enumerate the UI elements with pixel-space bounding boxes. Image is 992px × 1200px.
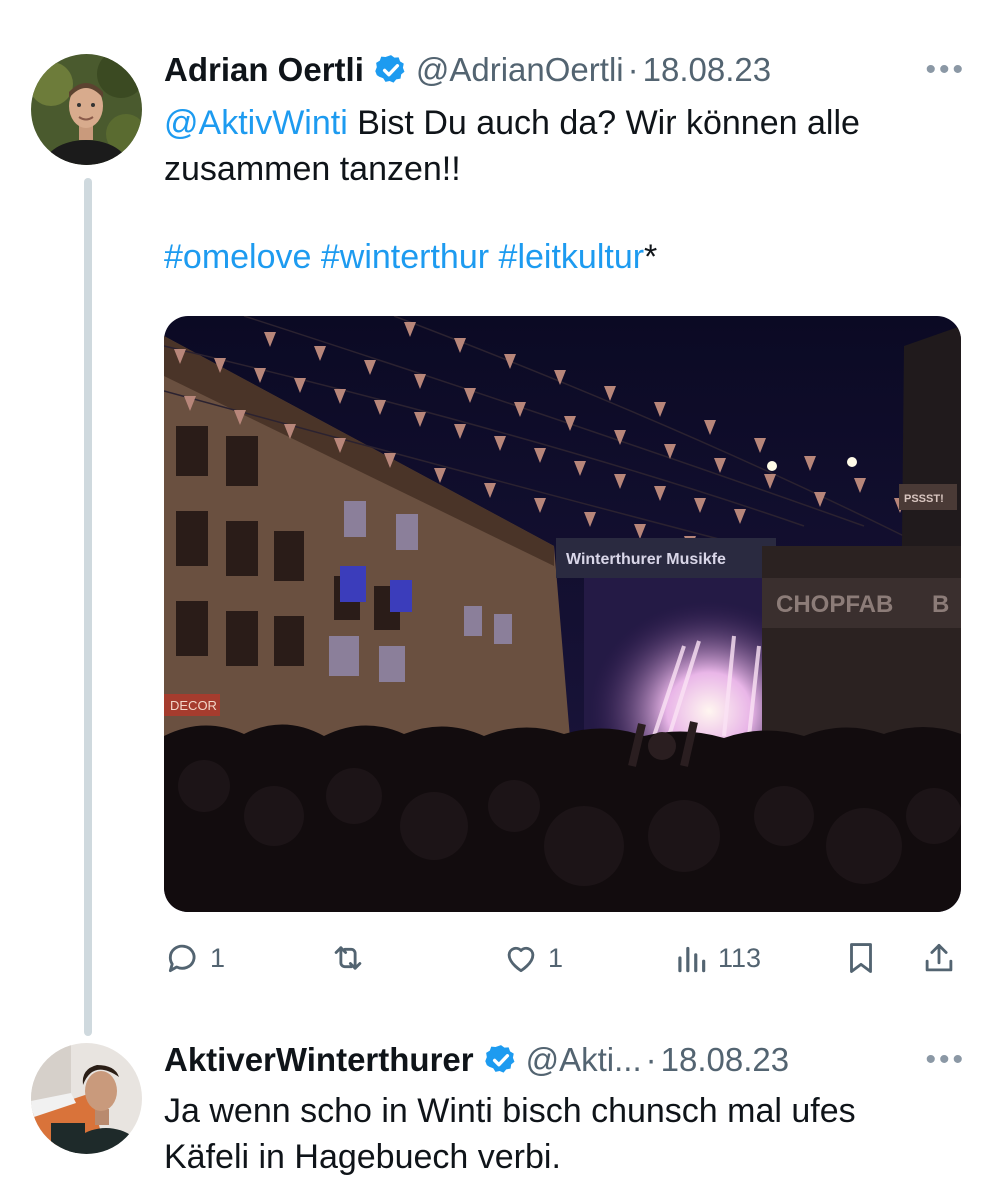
sign-pssst-text: PSSST!: [904, 493, 944, 505]
sign-chopfab-2-text: B: [932, 591, 949, 618]
like-count: 1: [548, 942, 564, 973]
bookmark-icon: [850, 943, 872, 973]
share-icon: [925, 943, 953, 972]
tweet-text: @AktivWinti Bist Du auch da? Wir können …: [164, 100, 966, 280]
reply-icon: [168, 944, 196, 973]
more-options-icon[interactable]: •••: [925, 53, 966, 87]
views-icon: [678, 946, 706, 973]
hashtag-winterthur[interactable]: #winterthur: [321, 238, 489, 276]
hashtag-leitkultur[interactable]: #leitkultur: [499, 238, 645, 276]
tweet-text-part1: Bist Du auch da? Wir können alle: [347, 104, 860, 142]
stage-banner-text: Winterthurer Musikfe: [566, 551, 726, 568]
mention-link[interactable]: @AktivWinti: [164, 104, 348, 142]
reply-button[interactable]: 1: [164, 934, 225, 982]
tweet-text-line1: Ja wenn scho in Winti bisch chunsch mal …: [164, 1092, 856, 1130]
tweet-header: AktiverWinterthurer @Akti... · 18.08.23 …: [164, 1040, 966, 1080]
share-button[interactable]: [920, 934, 958, 982]
like-icon: [507, 946, 535, 973]
reply-count: 1: [210, 942, 226, 973]
author-handle[interactable]: @AdrianOertli: [416, 51, 624, 89]
retweet-button[interactable]: [329, 934, 367, 982]
tweet-date[interactable]: 18.08.23: [661, 1041, 789, 1079]
verified-badge-icon: [484, 1045, 515, 1073]
views-count: 113: [718, 942, 762, 973]
bookmark-button[interactable]: [842, 934, 880, 982]
tweet-media-image[interactable]: DECOR Winterthurer Musikfe CHOPFAB B PSS…: [164, 316, 961, 912]
avatar-adrian-oertli[interactable]: [31, 54, 142, 165]
hashtag-omelove[interactable]: #omelove: [164, 238, 311, 276]
separator-dot: ·: [645, 1041, 657, 1078]
author-name[interactable]: AktiverWinterthurer: [164, 1041, 474, 1079]
hashtag-suffix: *: [644, 238, 658, 276]
sign-chopfab-text: CHOPFAB: [776, 591, 893, 618]
views-button[interactable]: 113: [672, 934, 761, 982]
shop-sign-text: DECOR: [170, 698, 217, 713]
tweet-text-part2: zusammen tanzen!!: [164, 150, 461, 188]
more-options-icon[interactable]: •••: [925, 1043, 966, 1077]
hashtags-line: #omelove #winterthur #leitkultur*: [164, 234, 966, 280]
tweet-header: Adrian Oertli @AdrianOertli · 18.08.23 •…: [164, 50, 966, 90]
separator-dot: ·: [627, 51, 639, 88]
tweet-actions-bar: 1 1 113: [164, 934, 962, 982]
tweet-text: Ja wenn scho in Winti bisch chunsch mal …: [164, 1088, 966, 1180]
like-button[interactable]: 1: [502, 934, 563, 982]
avatar-aktiver-winterthurer[interactable]: [31, 1043, 142, 1154]
tweet-1[interactable]: Adrian Oertli @AdrianOertli · 18.08.23 •…: [164, 50, 966, 280]
author-handle[interactable]: @Akti...: [526, 1041, 642, 1079]
verified-badge-icon: [375, 55, 405, 83]
tweet-text-line2: Käfeli in Hagebuech verbi.: [164, 1138, 561, 1176]
retweet-icon: [334, 946, 362, 970]
author-name[interactable]: Adrian Oertli: [164, 51, 364, 89]
thread-connector-line: [84, 178, 92, 1036]
tweet-2[interactable]: AktiverWinterthurer @Akti... · 18.08.23 …: [164, 1040, 966, 1180]
tweet-date[interactable]: 18.08.23: [643, 51, 771, 89]
